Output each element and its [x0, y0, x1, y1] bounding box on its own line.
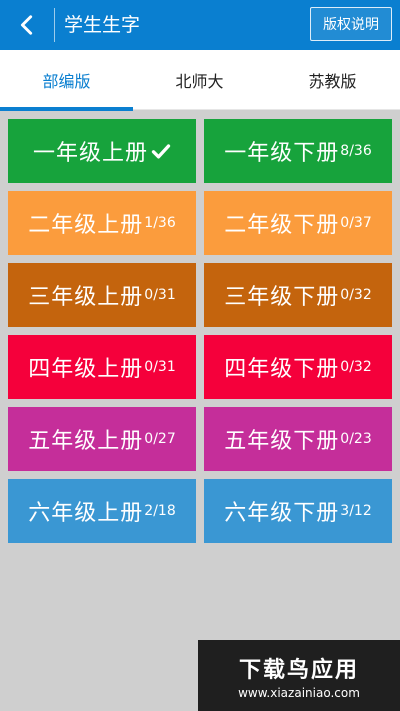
tile-grade5-up[interactable]: 五年级上册 0/27 [8, 407, 196, 471]
chevron-left-icon [20, 15, 33, 35]
tile-grade3-down[interactable]: 三年级下册 0/32 [204, 263, 392, 327]
tile-grade3-up[interactable]: 三年级上册 0/31 [8, 263, 196, 327]
tile-grade1-down[interactable]: 一年级下册 8/36 [204, 119, 392, 183]
tile-name: 二年级上册 [28, 213, 144, 238]
tile-count: 0/31 [144, 359, 176, 375]
tile-count: 0/32 [340, 359, 372, 375]
tile-grade6-down[interactable]: 六年级下册 3/12 [204, 479, 392, 543]
tile-name: 六年级下册 [224, 501, 340, 526]
tile-grade2-down[interactable]: 二年级下册 0/37 [204, 191, 392, 255]
edition-tabs: 部编版 北师大 苏教版 [0, 50, 400, 111]
tile-name: 三年级上册 [28, 285, 144, 310]
tile-name: 五年级下册 [224, 429, 340, 454]
watermark-sub: www.xiazainiao.com [238, 685, 360, 700]
tile-grade1-up[interactable]: 一年级上册 [8, 119, 196, 183]
tile-count: 0/32 [340, 287, 372, 303]
copyright-button[interactable]: 版权说明 [310, 7, 392, 41]
tab-sujiao[interactable]: 苏教版 [266, 50, 399, 110]
tile-count: 0/37 [340, 215, 372, 231]
top-app-bar: 学生生字 版权说明 [0, 0, 400, 50]
tile-name: 一年级上册 [32, 141, 148, 166]
tile-name: 五年级上册 [28, 429, 144, 454]
tile-name: 四年级下册 [224, 357, 340, 382]
tile-count: 8/36 [340, 143, 372, 159]
tile-count: 1/36 [144, 215, 176, 231]
tile-grade4-down[interactable]: 四年级下册 0/32 [204, 335, 392, 399]
tile-name: 一年级下册 [224, 141, 340, 166]
back-button[interactable] [0, 0, 54, 50]
tile-grade2-up[interactable]: 二年级上册 1/36 [8, 191, 196, 255]
tile-count: 0/31 [144, 287, 176, 303]
tile-name: 三年级下册 [224, 285, 340, 310]
check-icon [151, 144, 171, 159]
tab-bubian[interactable]: 部编版 [0, 50, 133, 110]
page-title: 学生生字 [64, 14, 141, 36]
tab-active-indicator [0, 107, 133, 111]
tile-grade6-up[interactable]: 六年级上册 2/18 [8, 479, 196, 543]
tile-count: 0/23 [340, 431, 372, 447]
tile-grade4-up[interactable]: 四年级上册 0/31 [8, 335, 196, 399]
tile-name: 六年级上册 [28, 501, 144, 526]
tile-count: 0/27 [144, 431, 176, 447]
topbar-divider [54, 8, 55, 42]
tile-count: 3/12 [340, 503, 372, 519]
tile-count: 2/18 [144, 503, 176, 519]
tab-beishida[interactable]: 北师大 [133, 50, 266, 110]
tile-name: 二年级下册 [224, 213, 340, 238]
watermark-logo: 下载鸟应用 www.xiazainiao.com [198, 640, 400, 711]
tile-name: 四年级上册 [28, 357, 144, 382]
watermark-main: 下载鸟应用 [238, 657, 359, 683]
tile-grade5-down[interactable]: 五年级下册 0/23 [204, 407, 392, 471]
